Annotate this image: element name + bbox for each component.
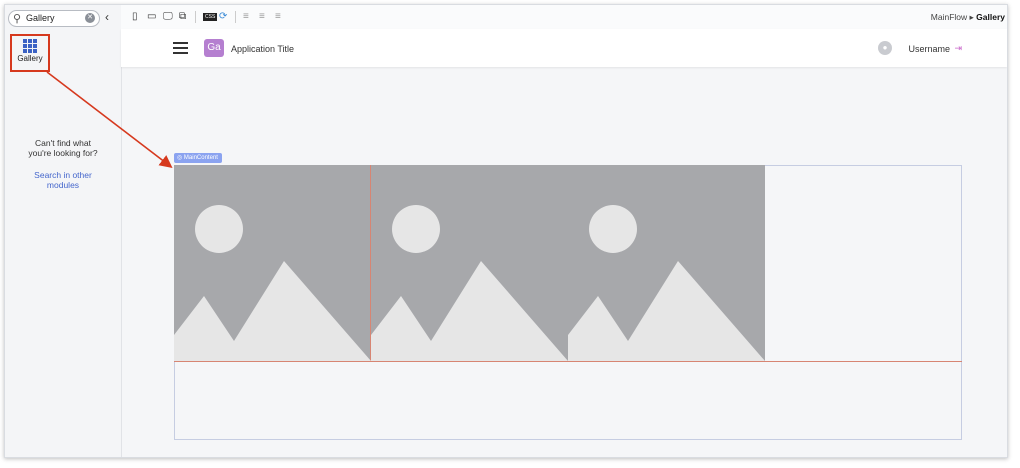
clear-icon[interactable]: ✕ bbox=[85, 13, 95, 23]
canvas-toolbar: ▯ ▭ 🖵 ⧉ CSS ⟳ ≡ ≡ ≡ MainFlow ▸ Gallery bbox=[121, 5, 1007, 30]
image-placeholder-icon bbox=[371, 205, 568, 361]
hamburger-icon[interactable] bbox=[173, 42, 188, 57]
main-content-tag[interactable]: ◎ MainContent bbox=[174, 153, 222, 163]
align-right-icon[interactable]: ≡ bbox=[275, 11, 281, 22]
align-left-icon[interactable]: ≡ bbox=[243, 11, 249, 22]
breadcrumb-separator-icon: ▸ bbox=[969, 12, 974, 22]
search-value: Gallery bbox=[26, 13, 55, 23]
app-header: Ga Application Title ● Username ⇥ bbox=[121, 29, 1007, 67]
gallery-widget[interactable]: Gallery bbox=[10, 34, 50, 72]
breadcrumb-current: Gallery bbox=[976, 12, 1005, 22]
app-title: Application Title bbox=[231, 44, 295, 54]
gallery-image-placeholder[interactable] bbox=[568, 165, 765, 361]
not-found-text: Can't find what you're looking for? bbox=[28, 138, 98, 158]
username[interactable]: Username bbox=[908, 44, 950, 54]
chevron-left-icon[interactable]: ‹ bbox=[105, 10, 109, 24]
logout-icon[interactable]: ⇥ bbox=[954, 43, 962, 54]
phone-icon[interactable]: ▯ bbox=[132, 11, 138, 22]
gallery-grid-icon bbox=[23, 39, 37, 53]
search-other-modules-link[interactable]: Search in other modules bbox=[13, 170, 113, 190]
css-icon[interactable]: CSS bbox=[203, 13, 218, 21]
studio-window: ⚲ Gallery ✕ ‹ Gallery Can't find what yo… bbox=[4, 4, 1008, 458]
avatar-icon[interactable]: ● bbox=[878, 41, 892, 55]
gallery-widget-canvas[interactable] bbox=[174, 165, 962, 362]
desktop-icon[interactable]: 🖵 bbox=[163, 11, 173, 22]
breadcrumb: MainFlow ▸ Gallery bbox=[931, 12, 1005, 23]
toolbar-divider bbox=[235, 11, 236, 23]
gallery-image-placeholder[interactable] bbox=[371, 165, 568, 361]
toolbar-divider bbox=[195, 11, 196, 23]
placeholder-icon: ◎ bbox=[177, 155, 183, 161]
app-logo: Ga bbox=[204, 39, 224, 57]
align-center-icon[interactable]: ≡ bbox=[259, 11, 265, 22]
gallery-widget-label: Gallery bbox=[17, 54, 43, 63]
search-icon: ⚲ bbox=[13, 13, 22, 25]
watch-icon[interactable]: ⧉ bbox=[179, 11, 186, 22]
widget-toolbox: ⚲ Gallery ✕ ‹ Gallery Can't find what yo… bbox=[5, 5, 122, 457]
tablet-icon[interactable]: ▭ bbox=[147, 11, 156, 22]
widget-search-input[interactable]: ⚲ Gallery ✕ bbox=[8, 10, 100, 27]
breadcrumb-parent[interactable]: MainFlow bbox=[931, 12, 967, 22]
image-placeholder-icon bbox=[568, 205, 765, 361]
gallery-image-placeholder[interactable] bbox=[174, 165, 371, 361]
sync-icon[interactable]: ⟳ bbox=[219, 11, 227, 22]
image-placeholder-icon bbox=[174, 205, 371, 361]
